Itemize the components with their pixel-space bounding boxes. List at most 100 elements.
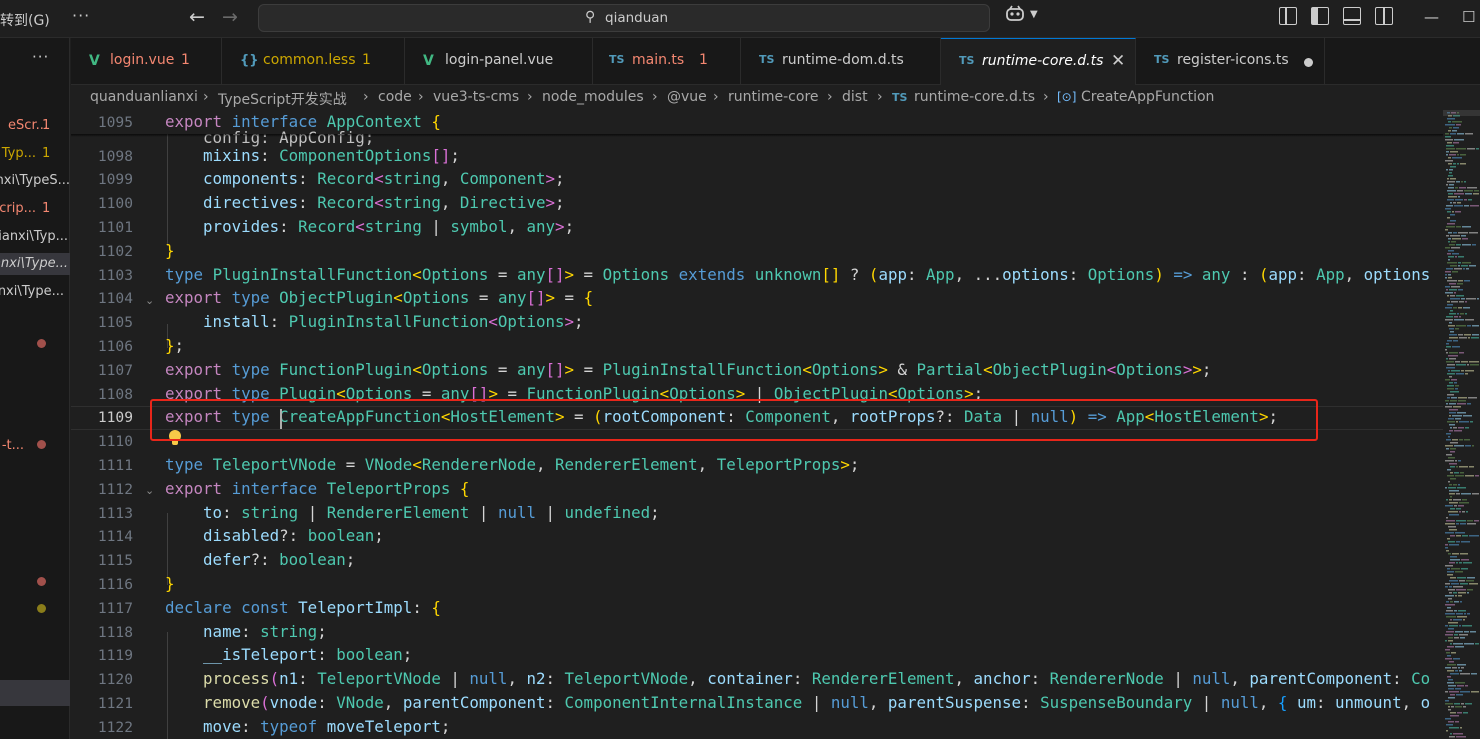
tab-login-panel-vue[interactable]: V login-panel.vue: [405, 38, 593, 85]
minimap-token: [1460, 523, 1466, 525]
tree-item[interactable]: -t...: [0, 435, 70, 457]
fold-chevron-icon[interactable]: ⌄: [145, 484, 154, 497]
tab-label: login-panel.vue: [445, 52, 554, 68]
toggle-panel-icon[interactable]: [1343, 7, 1361, 25]
menu-goto[interactable]: 转到(G): [0, 10, 50, 30]
minimap-token: [1445, 379, 1450, 381]
title-bar: 转到(G) ··· ← → ⚲ qianduan ▼ — ☐: [0, 0, 1480, 38]
tab-runtime-core[interactable]: TS runtime-core.d.ts ✕: [941, 38, 1136, 85]
unsaved-dot-icon[interactable]: [1304, 58, 1313, 67]
minimap-token: [1451, 397, 1457, 399]
minimap-token: [1455, 187, 1458, 189]
open-editor-item[interactable]: nxi\TypeS...: [0, 170, 70, 192]
minimap[interactable]: [1443, 110, 1480, 739]
open-editor-item[interactable]: nxi\Type...: [0, 281, 70, 303]
minimap-token: [1448, 697, 1455, 699]
tab-main-ts[interactable]: TS main.ts 1: [593, 38, 741, 85]
minimap-token: [1449, 661, 1454, 663]
breadcrumb-item[interactable]: runtime-core: [728, 89, 819, 105]
minimap-token: [1454, 505, 1457, 507]
minimap-token: [1445, 208, 1451, 210]
breadcrumb-item[interactable]: quanduanlianxi: [90, 89, 198, 105]
minimap-token: [1448, 193, 1453, 195]
minimap-token: [1465, 319, 1474, 321]
selected-tree-item[interactable]: [0, 680, 70, 706]
back-arrow-icon[interactable]: ←: [189, 6, 205, 28]
open-editor-item[interactable]: lianxi\Typ...: [0, 226, 70, 248]
command-center-search[interactable]: ⚲ qianduan: [258, 4, 990, 32]
open-editor-label: lianxi\Typ...: [0, 229, 68, 244]
open-editor-item[interactable]: Typ... 1: [0, 143, 70, 165]
minimap-token: [1458, 232, 1468, 234]
tab-common-less[interactable]: {} common.less 1: [222, 38, 405, 85]
problem-count: 1: [42, 118, 51, 133]
minimap-token: [1470, 421, 1473, 423]
forward-arrow-icon[interactable]: →: [222, 6, 238, 28]
fold-chevron-icon[interactable]: ⌄: [145, 294, 154, 307]
minimap-token: [1447, 388, 1454, 390]
minimap-token: [1445, 274, 1447, 276]
minimap-token: [1467, 520, 1473, 522]
minimap-token: [1463, 307, 1470, 309]
breadcrumb-item[interactable]: @vue: [667, 89, 707, 105]
layout-customize-icon[interactable]: [1279, 7, 1297, 25]
breadcrumb-item[interactable]: runtime-core.d.ts: [914, 89, 1035, 105]
line-number: 1101: [97, 219, 133, 236]
open-editor-item[interactable]: crip... 1: [0, 198, 70, 220]
code-editor[interactable]: config: AppConfig; 1095 1098 1099 1100 1…: [71, 110, 1443, 739]
minimap-token: [1455, 199, 1463, 201]
minimap-token: [1457, 685, 1464, 687]
minimap-token: [1448, 130, 1451, 132]
minimap-token: [1445, 523, 1455, 525]
minimap-token: [1448, 481, 1450, 483]
breadcrumb-item[interactable]: dist: [842, 89, 868, 105]
minimap-token: [1460, 583, 1468, 585]
breadcrumb-item[interactable]: TypeScript开发实战: [218, 89, 347, 109]
minimap-token: [1459, 625, 1461, 627]
tab-login-vue[interactable]: V login.vue 1: [71, 38, 222, 85]
minimap-token: [1446, 499, 1448, 501]
minimap-token: [1467, 577, 1475, 579]
chevron-down-icon[interactable]: ▼: [1030, 9, 1038, 20]
minimap-token: [1449, 430, 1453, 432]
breadcrumb-item[interactable]: node_modules: [542, 89, 644, 105]
tab-register-icons[interactable]: TS register-icons.ts: [1136, 38, 1325, 85]
minimap-token: [1454, 193, 1464, 195]
breadcrumb-item[interactable]: code: [378, 89, 412, 105]
open-editor-item[interactable]: eScr... 1: [0, 115, 70, 137]
symbol-type-icon: [⊙]: [1057, 90, 1077, 104]
tab-runtime-dom[interactable]: TS runtime-dom.d.ts: [741, 38, 941, 85]
copilot-icon[interactable]: [1005, 5, 1025, 27]
minimap-token: [1458, 667, 1460, 669]
minimap-slider[interactable]: [1443, 110, 1480, 116]
minimap-token: [1450, 559, 1460, 561]
minimap-token: [1459, 301, 1464, 303]
minimap-token: [1456, 364, 1466, 366]
close-icon[interactable]: ✕: [1111, 51, 1125, 71]
minimap-token: [1454, 601, 1459, 603]
toggle-primary-sidebar-icon[interactable]: [1311, 7, 1329, 25]
minimap-token: [1454, 205, 1463, 207]
minimap-token: [1462, 511, 1465, 513]
minimize-icon[interactable]: —: [1424, 8, 1439, 26]
minimap-token: [1462, 262, 1471, 264]
breadcrumb-item[interactable]: CreateAppFunction: [1081, 89, 1214, 105]
more-menu-icon[interactable]: ···: [72, 6, 90, 25]
minimap-token: [1449, 562, 1455, 564]
minimap-token: [1449, 382, 1453, 384]
toggle-secondary-sidebar-icon[interactable]: [1375, 7, 1393, 25]
minimap-token: [1460, 313, 1464, 315]
minimap-token: [1461, 235, 1466, 237]
minimap-token: [1450, 694, 1455, 696]
open-editor-item-active[interactable]: lanxi\Type...: [0, 253, 70, 275]
minimap-token: [1453, 142, 1459, 144]
maximize-icon[interactable]: ☐: [1462, 8, 1475, 26]
minimap-token: [1455, 460, 1457, 462]
line-number: 1100: [97, 195, 133, 212]
minimap-token: [1447, 304, 1453, 306]
more-actions-icon[interactable]: ···: [32, 48, 49, 66]
breadcrumb-item[interactable]: vue3-ts-cms: [433, 89, 519, 105]
minimap-token: [1455, 361, 1460, 363]
minimap-token: [1449, 358, 1456, 360]
minimap-token: [1449, 403, 1456, 405]
